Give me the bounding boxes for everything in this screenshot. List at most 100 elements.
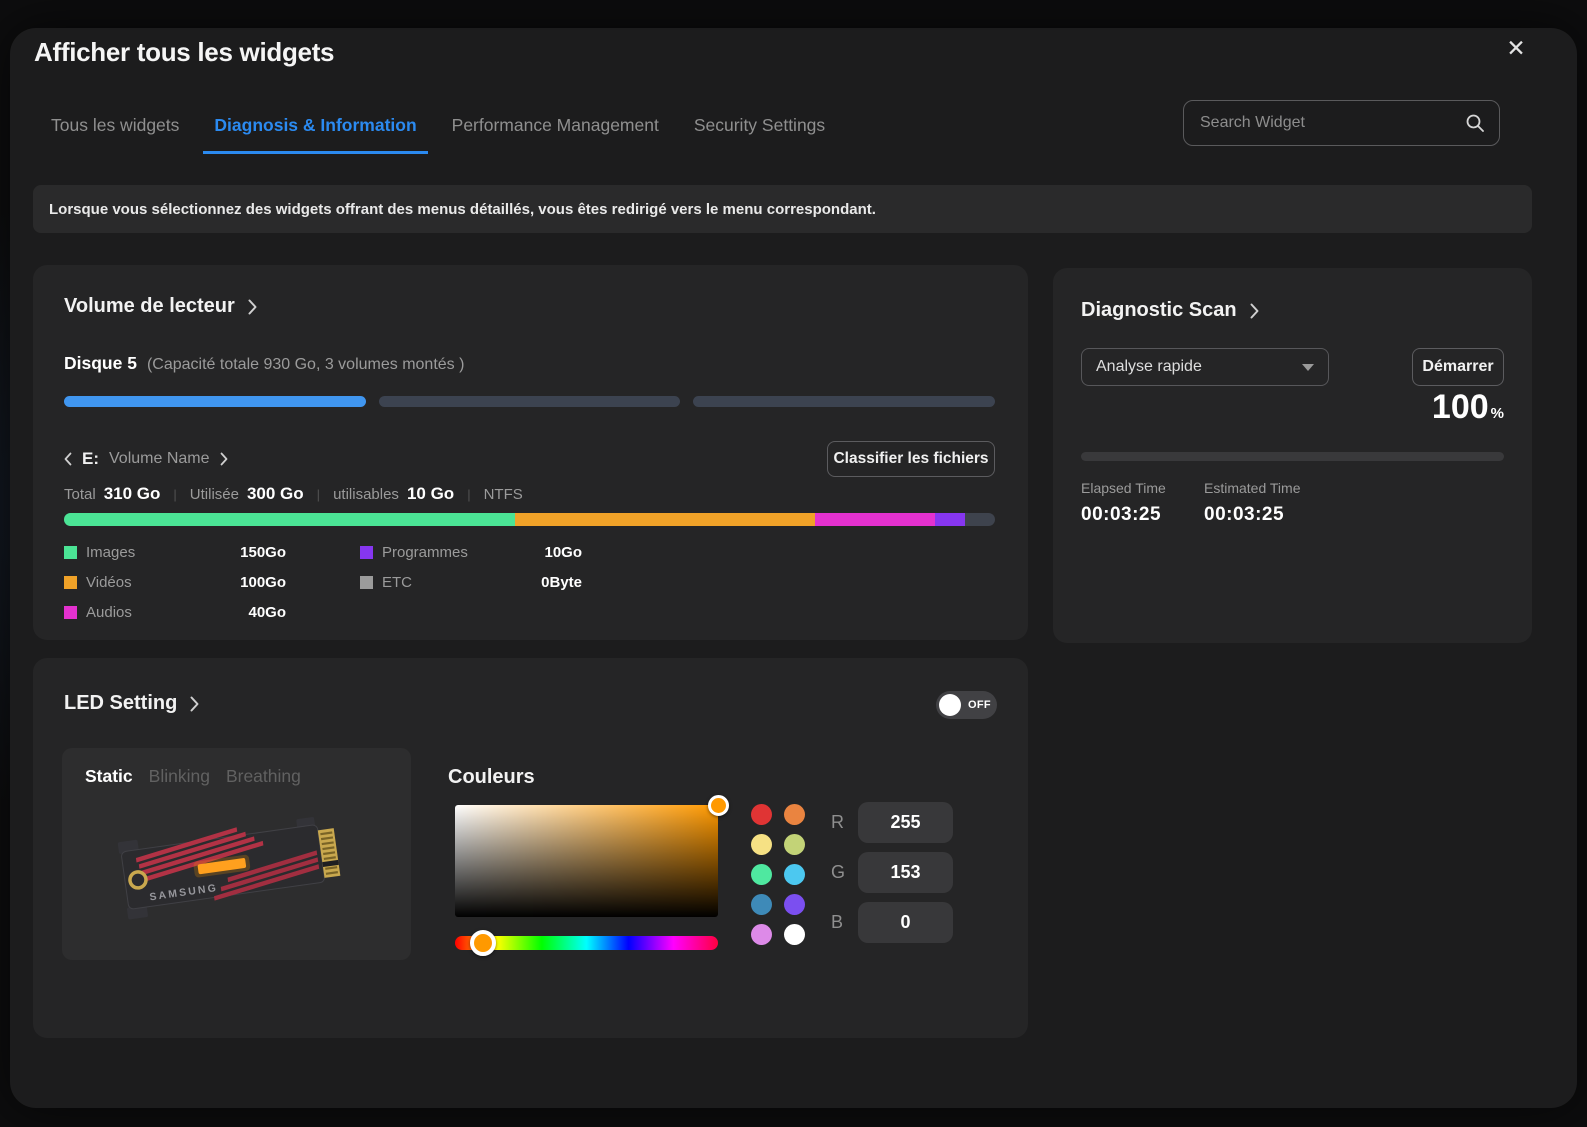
elapsed-time-label: Elapsed Time	[1081, 480, 1166, 496]
legend-value: 150Go	[240, 544, 286, 561]
tab-bar: Tous les widgets Diagnosis & Information…	[40, 115, 849, 154]
images-color-swatch	[64, 546, 77, 559]
swatch-yellow-green[interactable]	[784, 834, 805, 855]
estimated-time-label: Estimated Time	[1204, 480, 1300, 496]
swatch-white[interactable]	[784, 924, 805, 945]
classify-files-button[interactable]: Classifier les fichiers	[827, 441, 995, 477]
hue-slider[interactable]	[455, 936, 718, 950]
disk-name: Disque 5	[64, 353, 137, 374]
widgets-modal: Afficher tous les widgets ✕ Tous les wid…	[10, 28, 1577, 1108]
mode-static[interactable]: Static	[85, 766, 133, 787]
stat-divider: |	[467, 487, 470, 502]
elapsed-time-value: 00:03:25	[1081, 504, 1161, 526]
estimated-time-value: 00:03:25	[1204, 504, 1284, 526]
legend-label: Audios	[86, 604, 248, 621]
used-value: 300 Go	[247, 484, 304, 504]
legend-item-images: Images 150Go	[64, 537, 286, 567]
usage-legend-column-1: Images 150Go Vidéos 100Go Audios 40Go	[64, 537, 286, 627]
green-channel-label: G	[831, 862, 846, 883]
swatch-steel-blue[interactable]	[751, 894, 772, 915]
disk-capacity-info: (Capacité totale 930 Go, 3 volumes monté…	[147, 356, 465, 374]
tab-diagnosis-information[interactable]: Diagnosis & Information	[203, 115, 427, 154]
rgb-green-row: G 153	[831, 852, 953, 893]
preset-color-swatches	[751, 804, 805, 945]
start-scan-button[interactable]: Démarrer	[1412, 348, 1504, 386]
swatch-orange[interactable]	[784, 804, 805, 825]
app-background: { "window": { "title": "Afficher tous le…	[0, 0, 1587, 1127]
red-channel-label: R	[831, 812, 846, 833]
stat-divider: |	[317, 487, 320, 502]
volume-drive-letter: E:	[82, 449, 99, 469]
diagnostic-scan-header[interactable]: Diagnostic Scan	[1081, 299, 1259, 322]
page-title: Afficher tous les widgets	[34, 37, 334, 68]
rgb-blue-row: B 0	[831, 902, 953, 943]
blue-channel-input[interactable]: 0	[858, 902, 953, 943]
chevron-right-icon[interactable]	[220, 452, 228, 466]
legend-value: 100Go	[240, 574, 286, 591]
legend-item-videos: Vidéos 100Go	[64, 567, 286, 597]
volume-name: Volume Name	[109, 450, 210, 468]
swatch-purple[interactable]	[784, 894, 805, 915]
volume-stats: Total 310 Go | Utilisée 300 Go | utilisa…	[64, 484, 531, 504]
toggle-knob	[939, 694, 961, 716]
scan-progress-bar	[1081, 452, 1504, 461]
color-picker-handle[interactable]	[708, 795, 729, 816]
chevron-left-icon[interactable]	[64, 452, 72, 466]
green-channel-input[interactable]: 153	[858, 852, 953, 893]
drive-volume-header[interactable]: Volume de lecteur	[64, 295, 257, 318]
volume-segment-2[interactable]	[379, 396, 681, 407]
filesystem-value: NTFS	[484, 486, 523, 503]
disk-summary: Disque 5 (Capacité totale 930 Go, 3 volu…	[64, 353, 464, 374]
search-input[interactable]	[1200, 114, 1465, 132]
toggle-state-label: OFF	[968, 699, 991, 711]
diagnostic-scan-title: Diagnostic Scan	[1081, 299, 1237, 322]
legend-item-programs: Programmes 10Go	[360, 537, 582, 567]
color-saturation-picker[interactable]	[455, 805, 718, 917]
led-setting-header[interactable]: LED Setting	[64, 692, 199, 715]
hue-slider-handle[interactable]	[470, 930, 496, 956]
swatch-pink[interactable]	[751, 924, 772, 945]
legend-item-etc: ETC 0Byte	[360, 567, 582, 597]
free-value: 10 Go	[407, 484, 454, 504]
legend-label: Images	[86, 544, 240, 561]
info-banner-text: Lorsque vous sélectionnez des widgets of…	[49, 201, 876, 218]
programs-color-swatch	[360, 546, 373, 559]
drive-volume-title: Volume de lecteur	[64, 295, 235, 318]
blue-channel-label: B	[831, 912, 846, 933]
legend-value: 40Go	[248, 604, 286, 621]
usage-legend-column-2: Programmes 10Go ETC 0Byte	[360, 537, 582, 597]
swatch-red[interactable]	[751, 804, 772, 825]
led-power-toggle[interactable]: OFF	[936, 691, 997, 719]
etc-color-swatch	[360, 576, 373, 589]
progress-unit: %	[1491, 405, 1504, 422]
videos-color-swatch	[64, 576, 77, 589]
search-icon[interactable]	[1465, 113, 1485, 133]
tab-security-settings[interactable]: Security Settings	[683, 115, 836, 151]
swatch-green[interactable]	[751, 864, 772, 885]
volume-segment-3[interactable]	[693, 396, 995, 407]
scan-mode-dropdown[interactable]: Analyse rapide	[1081, 348, 1329, 386]
swatch-sky-blue[interactable]	[784, 864, 805, 885]
close-icon[interactable]: ✕	[1498, 30, 1534, 66]
mode-breathing[interactable]: Breathing	[226, 766, 301, 787]
red-channel-input[interactable]: 255	[858, 802, 953, 843]
drive-volume-card: Volume de lecteur Disque 5 (Capacité tot…	[33, 265, 1028, 640]
rgb-red-row: R 255	[831, 802, 953, 843]
stat-divider: |	[173, 487, 176, 502]
swatch-yellow[interactable]	[751, 834, 772, 855]
led-mode-panel: Static Blinking Breathing	[62, 748, 411, 960]
volume-segment-1-selected[interactable]	[64, 396, 366, 407]
chevron-right-icon	[190, 696, 199, 712]
legend-value: 10Go	[544, 544, 582, 561]
volume-selector-row: E: Volume Name	[64, 441, 228, 477]
led-setting-title: LED Setting	[64, 692, 177, 715]
legend-label: Vidéos	[86, 574, 240, 591]
scan-progress-percent: 100 %	[1432, 388, 1504, 427]
usage-segment-programs	[935, 513, 965, 526]
usage-stacked-bar	[64, 513, 995, 526]
tab-performance-management[interactable]: Performance Management	[441, 115, 670, 151]
tab-all-widgets[interactable]: Tous les widgets	[40, 115, 190, 151]
mode-blinking[interactable]: Blinking	[149, 766, 210, 787]
audios-color-swatch	[64, 606, 77, 619]
legend-value: 0Byte	[541, 574, 582, 591]
